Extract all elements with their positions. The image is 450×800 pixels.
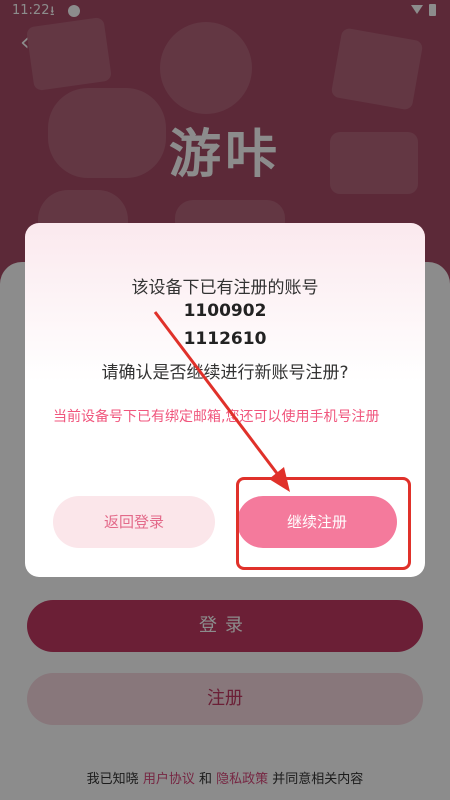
dialog-note: 当前设备号下已有绑定邮箱,您还可以使用手机号注册 <box>53 409 380 425</box>
back-to-login-button[interactable]: 返回登录 <box>53 496 215 548</box>
account-number: 1100902 <box>183 301 267 321</box>
account-number: 1112610 <box>183 329 267 349</box>
dialog-question: 请确认是否继续进行新账号注册? <box>101 363 349 383</box>
highlight-box <box>236 477 411 570</box>
dialog-title: 该设备下已有注册的账号 <box>131 278 319 298</box>
